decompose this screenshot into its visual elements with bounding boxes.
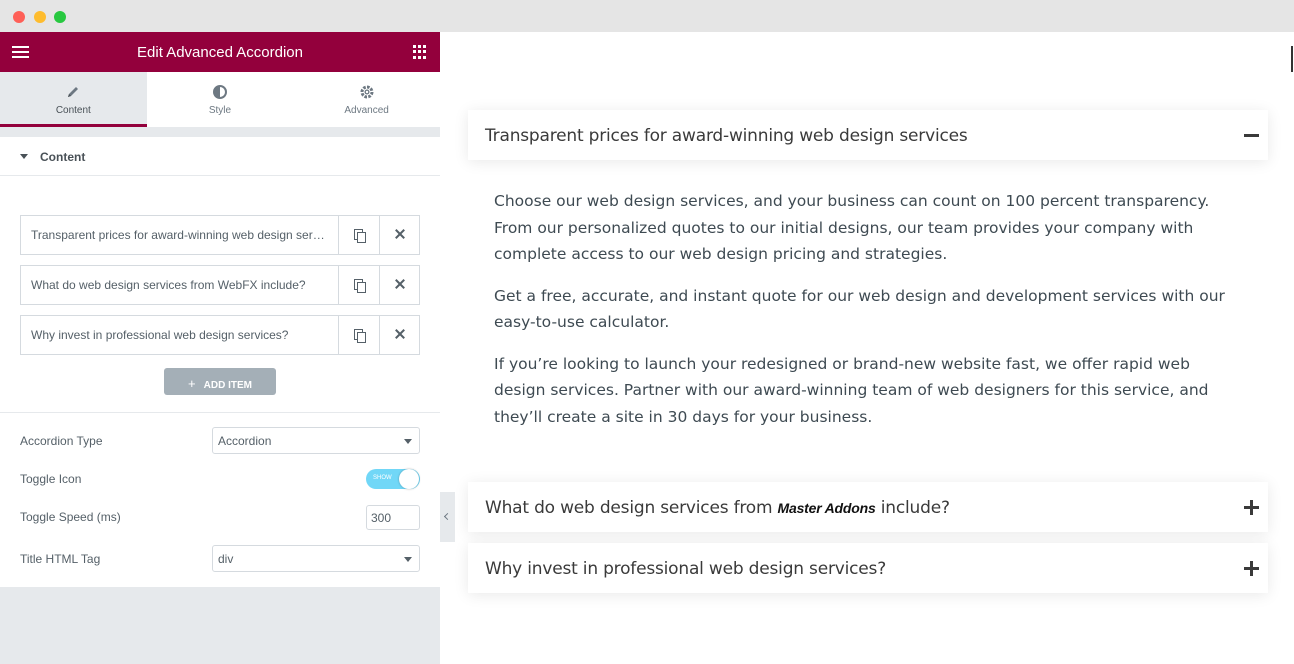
close-window-button[interactable] <box>13 11 25 23</box>
toggle-speed-label: Toggle Speed (ms) <box>20 510 121 524</box>
accordion-type-value: Accordion <box>218 434 272 448</box>
title-tag-select[interactable]: div <box>212 545 420 572</box>
copy-icon <box>354 329 366 343</box>
remove-item-button[interactable] <box>379 266 420 304</box>
toggle-state-text: SHOW <box>373 475 392 481</box>
duplicate-item-button[interactable] <box>338 316 379 354</box>
caret-down-icon <box>20 154 28 159</box>
collapse-panel-handle[interactable] <box>440 492 455 542</box>
close-icon <box>394 328 406 340</box>
tab-style[interactable]: Style <box>147 72 294 127</box>
app-window: Edit Advanced Accordion Content Style Ad… <box>0 0 1294 664</box>
minus-icon <box>1244 134 1259 137</box>
divider <box>0 412 440 413</box>
chevron-down-icon <box>404 557 412 562</box>
close-icon <box>394 228 406 240</box>
toggle-knob <box>399 469 419 489</box>
window-titlebar <box>0 0 1294 32</box>
toggle-icon-switch[interactable]: SHOW <box>366 469 420 489</box>
remove-item-button[interactable] <box>379 316 420 354</box>
plus-icon <box>1244 500 1259 515</box>
add-item-button[interactable]: + ADD ITEM <box>164 368 276 395</box>
preview-canvas: Transparent prices for award-winning web… <box>440 32 1294 664</box>
toggle-speed-input[interactable]: 300 <box>366 505 420 530</box>
section-content-toggle[interactable]: Content <box>0 137 440 176</box>
panel-body: Content Transparent prices for award-win… <box>0 137 440 587</box>
plus-icon: + <box>188 376 196 391</box>
tab-content[interactable]: Content <box>0 72 147 127</box>
duplicate-item-button[interactable] <box>338 266 379 304</box>
accordion-item-header[interactable]: What do web design services from Master … <box>468 482 1268 532</box>
accordion-type-label: Accordion Type <box>20 434 103 448</box>
title-text: What do web design services from <box>485 498 778 518</box>
half-circle-icon <box>212 85 227 99</box>
remove-item-button[interactable] <box>379 216 420 254</box>
accordion-item-title: What do web design services from Master … <box>485 498 950 518</box>
pencil-icon <box>68 87 79 97</box>
accordion-item-header[interactable]: Why invest in professional web design se… <box>468 543 1268 593</box>
close-icon <box>394 278 406 290</box>
chevron-down-icon <box>404 439 412 444</box>
minimize-window-button[interactable] <box>34 11 46 23</box>
content-paragraph: Choose our web design services, and your… <box>494 192 1210 263</box>
brand-name: Master Addons <box>777 500 876 516</box>
title-tag-value: div <box>218 552 234 566</box>
accordion-item-title: Why invest in professional web design se… <box>485 559 887 579</box>
tab-advanced-label: Advanced <box>344 105 389 116</box>
title-text: include? <box>875 498 950 518</box>
panel-title: Edit Advanced Accordion <box>137 44 303 61</box>
title-tag-label: Title HTML Tag <box>20 552 101 566</box>
maximize-window-button[interactable] <box>54 11 66 23</box>
content-paragraph: Get a free, accurate, and instant quote … <box>494 286 1225 332</box>
widgets-grid-icon[interactable] <box>413 45 427 59</box>
content-paragraph: If you’re looking to launch your redesig… <box>494 354 1209 426</box>
tab-advanced[interactable]: Advanced <box>293 72 440 127</box>
accordion-type-select[interactable]: Accordion <box>212 427 420 454</box>
panel-tabs: Content Style Advanced <box>0 72 440 127</box>
repeater-item: Why invest in professional web design se… <box>20 315 420 355</box>
toggle-icon-label: Toggle Icon <box>20 472 82 486</box>
repeater-item-title[interactable]: Why invest in professional web design se… <box>21 316 338 354</box>
copy-icon <box>354 279 366 293</box>
accordion-item-header[interactable]: Transparent prices for award-winning web… <box>468 110 1268 160</box>
accordion-item-content: Choose our web design services, and your… <box>494 188 1234 445</box>
repeater-item: Transparent prices for award-winning web… <box>20 215 420 255</box>
duplicate-item-button[interactable] <box>338 216 379 254</box>
gear-icon <box>360 85 374 99</box>
panel-header: Edit Advanced Accordion <box>0 32 440 72</box>
repeater-item-title[interactable]: What do web design services from WebFX i… <box>21 266 338 304</box>
plus-icon <box>1244 561 1259 576</box>
scrollbar[interactable] <box>1291 46 1293 72</box>
tab-style-label: Style <box>208 105 232 116</box>
section-title: Content <box>40 150 86 164</box>
editor-panel: Edit Advanced Accordion Content Style Ad… <box>0 32 440 664</box>
tab-content-label: Content <box>55 105 91 116</box>
add-item-label: ADD ITEM <box>203 380 252 391</box>
repeater-item: What do web design services from WebFX i… <box>20 265 420 305</box>
repeater-item-title[interactable]: Transparent prices for award-winning web… <box>21 216 338 254</box>
accordion-item-title: Transparent prices for award-winning web… <box>485 126 968 146</box>
copy-icon <box>354 229 366 243</box>
